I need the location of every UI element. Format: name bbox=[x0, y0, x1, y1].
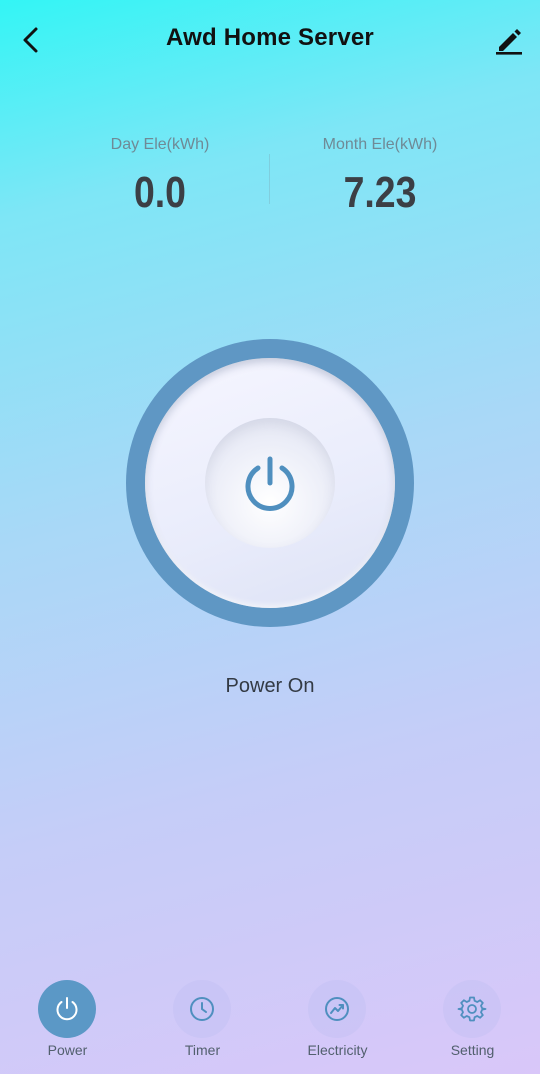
page-title: Awd Home Server bbox=[166, 24, 374, 51]
tab-setting[interactable]: Setting bbox=[405, 964, 540, 1074]
day-electricity-value: 0.0 bbox=[133, 168, 186, 217]
month-electricity-value: 7.23 bbox=[343, 168, 417, 217]
stats-divider bbox=[269, 154, 270, 204]
tab-label: Power bbox=[47, 1042, 88, 1058]
trend-chart-icon bbox=[325, 997, 349, 1021]
bottom-tab-bar: Power Timer Electricity Setting bbox=[0, 964, 540, 1074]
tab-label: Electricity bbox=[307, 1042, 368, 1058]
clock-icon bbox=[190, 997, 214, 1021]
power-status-text: Power On bbox=[225, 675, 315, 697]
gear-icon bbox=[457, 996, 487, 1022]
tab-electricity[interactable]: Electricity bbox=[270, 964, 405, 1074]
electricity-stats: Day Ele(kWh) 0.0 Month Ele(kWh) 7.23 bbox=[0, 130, 540, 230]
pencil-icon bbox=[496, 29, 522, 55]
month-electricity-label: Month Ele(kWh) bbox=[322, 136, 438, 153]
tab-power-circle bbox=[38, 980, 96, 1038]
month-electricity-stat: Month Ele(kWh) 7.23 bbox=[280, 130, 480, 218]
tab-label: Timer bbox=[184, 1042, 221, 1058]
power-disc bbox=[145, 358, 395, 608]
day-electricity-label: Day Ele(kWh) bbox=[110, 136, 210, 153]
power-ring bbox=[126, 339, 414, 627]
power-icon bbox=[245, 456, 295, 511]
power-icon bbox=[56, 997, 78, 1021]
tab-electricity-circle bbox=[308, 980, 366, 1038]
tab-timer-circle bbox=[173, 980, 231, 1038]
tab-setting-circle bbox=[443, 980, 501, 1038]
top-bar: Awd Home Server bbox=[0, 0, 540, 80]
tab-label: Setting bbox=[450, 1042, 495, 1058]
tab-power[interactable]: Power bbox=[0, 964, 135, 1074]
power-toggle-button[interactable] bbox=[205, 418, 335, 548]
tab-timer[interactable]: Timer bbox=[135, 964, 270, 1074]
edit-button[interactable] bbox=[490, 22, 526, 58]
day-electricity-stat: Day Ele(kWh) 0.0 bbox=[60, 130, 260, 218]
